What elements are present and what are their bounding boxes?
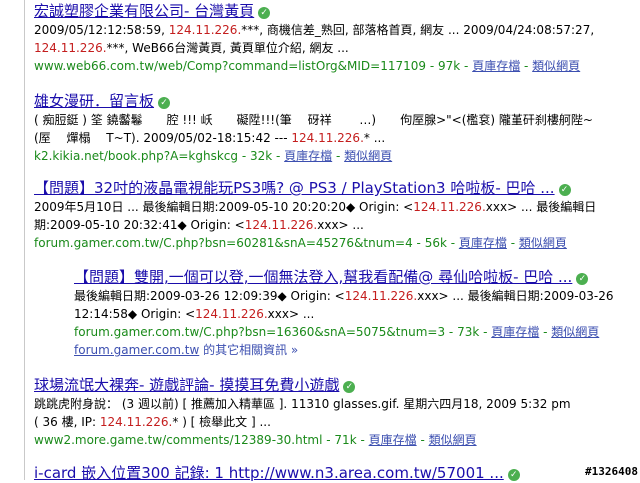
similar-link[interactable]: 類似網頁 [429, 433, 477, 447]
similar-link[interactable]: 類似網頁 [551, 325, 599, 339]
snippet-text: 跳跳虎附身說： (3 週以前) [ 推薦加入精華區 ]. 11310 glass… [34, 397, 571, 411]
result-title-link[interactable]: 球場流氓大裸奔- 遊戲評論- 摸摸耳免費小遊戲 ✓ [34, 376, 634, 395]
result-size: 73k [457, 325, 480, 339]
similar-link[interactable]: 類似網頁 [344, 149, 392, 163]
search-result: 球場流氓大裸奔- 遊戲評論- 摸摸耳免費小遊戲 ✓ 跳跳虎附身說： (3 週以前)… [34, 376, 634, 449]
search-result-indented: 【問題】雙開,一個可以登,一個無法登入,幫我看配備@ 尋仙哈啦板- 巴哈 ...… [74, 268, 634, 359]
result-url: www.web66.com.tw/web/Comp?command=listOr… [34, 59, 427, 73]
snippet-text: 12:14:58◆ Origin: < [74, 307, 196, 321]
more-text: 的其它相關資訊 » [199, 343, 299, 357]
snippet-text: 2009/05/12:12:58:59, [34, 23, 169, 37]
result-url: k2.kikia.net/book.php?A=kghskcg [34, 149, 238, 163]
result-title: 【問題】32吋的液晶電視能玩PS3嗎? @ PS3 / PlayStation3… [34, 179, 555, 197]
snippet-text: 最後編輯日期:2009-03-26 12:09:39◆ Origin: < [74, 289, 345, 303]
snippet-highlight: 124.11.226. [291, 131, 364, 145]
check-icon: ✓ [343, 381, 356, 393]
check-icon: ✓ [558, 184, 571, 196]
result-url-line: www2.more.game.tw/comments/12389-30.html… [34, 433, 477, 447]
result-title-link[interactable]: 【問題】32吋的液晶電視能玩PS3嗎? @ PS3 / PlayStation3… [34, 179, 634, 198]
cache-link[interactable]: 頁庫存檔 [459, 236, 507, 250]
result-title-link[interactable]: 【問題】雙開,一個可以登,一個無法登入,幫我看配備@ 尋仙哈啦板- 巴哈 ...… [74, 268, 634, 287]
snippet-highlight: 124.11.226. [34, 41, 107, 55]
snippet-text: * ... [363, 131, 386, 145]
snippet-text: (厔 燀榻 T~T). 2009/05/02-18:15:42 --- [34, 131, 292, 145]
result-size: 32k [249, 149, 273, 163]
snippet-highlight: 124.11.226. [195, 307, 268, 321]
search-result: 宏誠塑膠企業有限公司- 台灣黃頁 ✓ 2009/05/12:12:58:59, 1… [34, 2, 634, 75]
result-title-link[interactable]: 宏誠塑膠企業有限公司- 台灣黃頁 ✓ [34, 2, 634, 21]
snippet-highlight: 124.11.226. [168, 23, 242, 37]
result-size: 56k [424, 236, 447, 250]
similar-link[interactable]: 類似網頁 [519, 236, 567, 250]
snippet-text: 期:2009-05-10 20:32:41◆ Origin: < [34, 218, 245, 232]
result-title-link[interactable]: i-card 嵌入位置300 記錄: 1 http://www.n3.area.… [34, 464, 634, 483]
result-size: 97k [438, 59, 461, 73]
check-icon: ✓ [576, 273, 589, 285]
snippet-highlight: 124.11.226. [413, 200, 486, 214]
search-result: 雄女漫研．留言板 ✓ ( 痴脰鋌 ) 筌 鐃齾鬈 腔 !!! 岆 礙陞!!!(筆 … [34, 92, 634, 165]
more-domain: forum.gamer.com.tw [74, 343, 200, 357]
result-url-line: www.web66.com.tw/web/Comp?command=listOr… [34, 59, 581, 73]
snippet-highlight: 124.11.226. [99, 415, 173, 429]
more-from-site-link[interactable]: forum.gamer.com.tw 的其它相關資訊 » [74, 341, 634, 359]
snippet-text: xxx> ... [267, 307, 315, 321]
result-size: 71k [334, 433, 357, 447]
snippet-text: ( 36 樓, IP: [34, 415, 100, 429]
result-title: 雄女漫研．留言板 [34, 92, 155, 110]
result-title: 球場流氓大裸奔- 遊戲評論- 摸摸耳免費小遊戲 [34, 376, 340, 394]
snippet-text: ***, WeB66台灣黃頁, 黃頁單位介紹, 網友 ... [106, 41, 349, 55]
result-url-line: k2.kikia.net/book.php?A=kghskcg - 32k - … [34, 149, 393, 163]
snippet-text: xxx> ... 最後編輯日期:2009-03-26 [417, 289, 614, 303]
result-title-link[interactable]: 雄女漫研．留言板 ✓ [34, 92, 634, 111]
check-icon: ✓ [158, 97, 171, 109]
result-snippet: ( 痴脰鋌 ) 筌 鐃齾鬈 腔 !!! 岆 礙陞!!!(筆 砑祥 …) 佝厔腺>… [34, 111, 634, 147]
similar-link[interactable]: 類似網頁 [532, 59, 580, 73]
check-icon: ✓ [258, 7, 271, 19]
result-title: 【問題】雙開,一個可以登,一個無法登入,幫我看配備@ 尋仙哈啦板- 巴哈 ... [74, 268, 573, 286]
result-url-line: forum.gamer.com.tw/C.php?bsn=16360&snA=5… [74, 325, 600, 339]
result-title: i-card 嵌入位置300 記錄: 1 http://www.n3.area.… [34, 464, 504, 482]
watermark-id: #1326408 [583, 465, 640, 478]
snippet-highlight: 124.11.226. [244, 218, 318, 232]
cache-link[interactable]: 頁庫存檔 [284, 149, 332, 163]
result-snippet: 2009年5月10日 ... 最後編輯日期:2009-05-10 20:20:2… [34, 198, 634, 234]
check-icon: ✓ [507, 469, 520, 481]
cache-link[interactable]: 頁庫存檔 [491, 325, 539, 339]
snippet-text: ***, 商機信差_熟回, 部落格首頁, 網友 ... 2009/04/24:0… [241, 23, 595, 37]
result-url: forum.gamer.com.tw/C.php?bsn=60281&snA=4… [34, 236, 413, 250]
snippet-text: xxx> ... [317, 218, 364, 232]
result-title: 宏誠塑膠企業有限公司- 台灣黃頁 [34, 2, 255, 20]
divider-line [24, 0, 25, 480]
cache-link[interactable]: 頁庫存檔 [472, 59, 520, 73]
result-snippet: 2009/05/12:12:58:59, 124.11.226.***, 商機信… [34, 21, 634, 57]
result-snippet: 跳跳虎附身說： (3 週以前) [ 推薦加入精華區 ]. 11310 glass… [34, 395, 634, 431]
cache-link[interactable]: 頁庫存檔 [369, 433, 417, 447]
search-result: i-card 嵌入位置300 記錄: 1 http://www.n3.area.… [34, 464, 634, 483]
result-url: forum.gamer.com.tw/C.php?bsn=16360&snA=5… [74, 325, 446, 339]
snippet-text: ( 痴脰鋌 ) 筌 鐃齾鬈 腔 !!! 岆 礙陞!!!(筆 砑祥 …) 佝厔腺>… [34, 113, 593, 127]
snippet-text: 2009年5月10日 ... 最後編輯日期:2009-05-10 20:20:2… [34, 200, 414, 214]
search-results-page: 宏誠塑膠企業有限公司- 台灣黃頁 ✓ 2009/05/12:12:58:59, 1… [0, 0, 640, 483]
result-snippet: 最後編輯日期:2009-03-26 12:09:39◆ Origin: <124… [74, 287, 634, 323]
snippet-text: xxx> ... 最後編輯日 [485, 200, 597, 214]
result-url: www2.more.game.tw/comments/12389-30.html [34, 433, 323, 447]
snippet-highlight: 124.11.226. [344, 289, 418, 303]
result-url-line: forum.gamer.com.tw/C.php?bsn=60281&snA=4… [34, 236, 567, 250]
snippet-text: * ) [ 檢舉此文 ] ... [172, 415, 271, 429]
search-result: 【問題】32吋的液晶電視能玩PS3嗎? @ PS3 / PlayStation3… [34, 179, 634, 252]
